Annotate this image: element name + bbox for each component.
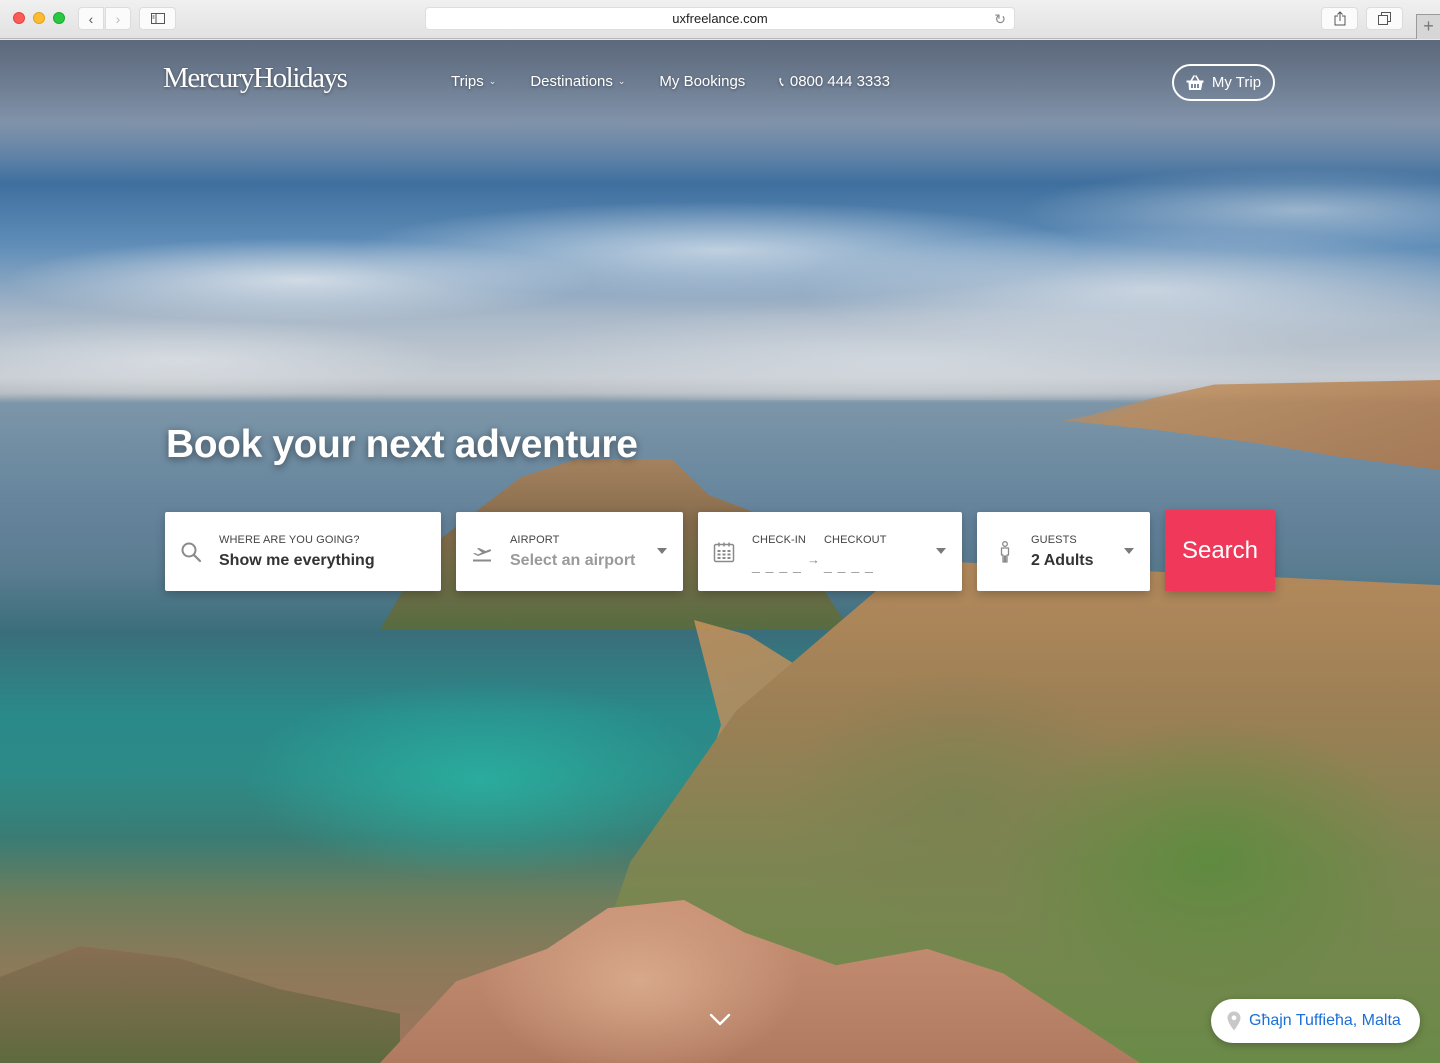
caret-down-icon	[1124, 548, 1134, 554]
destination-field[interactable]: WHERE ARE YOU GOING? Show me everything	[165, 512, 441, 591]
checkin-placeholder[interactable]: _ _ _ _	[752, 557, 802, 573]
airport-placeholder: Select an airport	[510, 552, 636, 569]
destination-label: WHERE ARE YOU GOING?	[219, 534, 360, 546]
share-icon	[1334, 11, 1345, 26]
main-nav: Trips ⌄ Destinations ⌄ My Bookings 📞︎ 08…	[451, 73, 924, 90]
checkin-label: CHECK-IN	[752, 534, 806, 546]
airport-label: AIRPORT	[510, 534, 560, 546]
minimize-window-button[interactable]	[33, 12, 45, 24]
guests-select[interactable]: GUESTS 2 Adults	[977, 512, 1150, 591]
arrow-right-icon: →	[807, 552, 820, 567]
reload-icon[interactable]: ↻	[994, 8, 1006, 30]
hero-section: MercuryHolidays Trips ⌄ Destinations ⌄ M…	[0, 40, 1440, 1063]
sidebar-toggle-button[interactable]	[139, 7, 176, 30]
maximize-window-button[interactable]	[53, 12, 65, 24]
chevron-right-icon: ›	[115, 10, 121, 27]
airport-select[interactable]: AIRPORT Select an airport	[456, 512, 683, 591]
destination-value: Show me everything	[219, 552, 375, 569]
photo-location-badge[interactable]: Għajn Tuffieħa, Malta	[1211, 999, 1420, 1043]
chevron-down-icon	[709, 1013, 731, 1026]
guests-value: 2 Adults	[1031, 552, 1094, 569]
close-window-button[interactable]	[13, 12, 25, 24]
share-button[interactable]	[1321, 7, 1358, 30]
search-button[interactable]: Search	[1165, 510, 1275, 591]
nav-item-label: Trips	[451, 73, 484, 90]
nav-item-trips[interactable]: Trips ⌄	[451, 73, 496, 90]
new-tab-button[interactable]: +	[1416, 14, 1440, 39]
dates-field[interactable]: CHECK-IN CHECKOUT _ _ _ _ → _ _ _ _	[698, 512, 962, 591]
person-icon	[1000, 541, 1010, 563]
chevron-left-icon: ‹	[88, 10, 94, 27]
basket-icon	[1186, 74, 1204, 90]
sidebar-icon	[150, 13, 165, 24]
scroll-down-button[interactable]	[708, 1010, 732, 1030]
nav-phone-link[interactable]: 📞︎ 0800 444 3333	[779, 73, 890, 90]
show-tabs-button[interactable]	[1366, 7, 1403, 30]
my-trip-label: My Trip	[1211, 74, 1262, 91]
logo[interactable]: MercuryHolidays	[163, 62, 348, 95]
chevron-down-icon: ⌄	[617, 76, 626, 86]
my-trip-button[interactable]: My Trip	[1172, 64, 1275, 101]
guests-label: GUESTS	[1031, 534, 1077, 546]
search-icon	[181, 542, 202, 563]
map-pin-icon	[1227, 1011, 1241, 1031]
chevron-down-icon: ⌄	[488, 76, 497, 86]
location-caption: Għajn Tuffieħa, Malta	[1249, 1012, 1401, 1029]
back-button[interactable]: ‹	[78, 7, 104, 30]
checkout-label: CHECKOUT	[824, 534, 887, 546]
calendar-icon	[713, 542, 735, 563]
hero-headline: Book your next adventure	[166, 423, 638, 466]
hero-background-rock-left	[0, 946, 400, 1063]
tabs-icon	[1378, 12, 1391, 25]
forward-button[interactable]: ›	[105, 7, 131, 30]
nav-item-label: My Bookings	[659, 73, 746, 90]
phone-number: 0800 444 3333	[789, 73, 890, 90]
plane-departure-icon	[473, 548, 492, 562]
url-text: uxfreelance.com	[672, 11, 768, 26]
phone-icon: 📞︎	[779, 73, 784, 89]
nav-item-my-bookings[interactable]: My Bookings	[659, 73, 745, 90]
caret-down-icon	[657, 548, 667, 554]
nav-item-label: Destinations	[530, 73, 613, 90]
checkout-placeholder[interactable]: _ _ _ _	[824, 557, 874, 573]
address-bar[interactable]: uxfreelance.com ↻	[425, 7, 1015, 30]
nav-item-destinations[interactable]: Destinations ⌄	[530, 73, 625, 90]
caret-down-icon	[936, 548, 946, 554]
browser-toolbar: ‹ › uxfreelance.com ↻ +	[0, 0, 1440, 39]
